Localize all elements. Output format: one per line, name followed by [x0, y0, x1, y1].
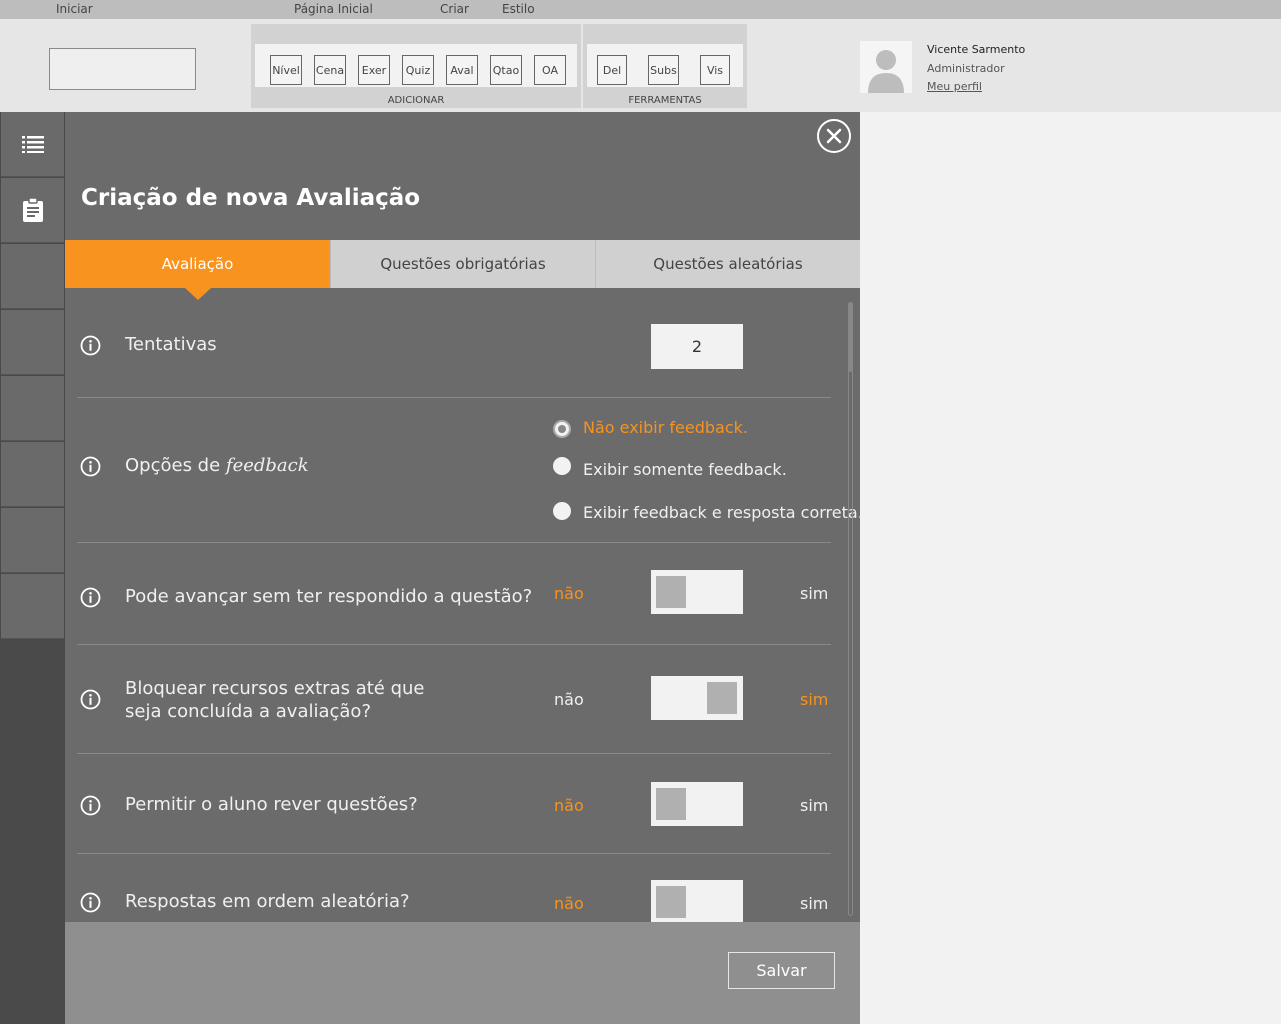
radio-feedback-only[interactable] [553, 457, 571, 475]
toggle-knob [656, 576, 686, 608]
active-tab-indicator [185, 288, 211, 300]
radio-feedback-only-label[interactable]: Exibir somente feedback. [583, 460, 787, 479]
info-icon[interactable] [80, 335, 101, 356]
toggle-no-label: não [554, 796, 584, 815]
radio-feedback-and-answer-label[interactable]: Exibir feedback e resposta correta. [583, 503, 863, 522]
left-sidebar [0, 112, 65, 1024]
review-questions-toggle[interactable] [651, 782, 743, 826]
add-aval-button[interactable]: Aval [446, 55, 478, 85]
top-menu-bar: Iniciar Página Inicial Criar Estilo [0, 0, 1281, 19]
feedback-label: Opções de feedback [125, 455, 309, 476]
radio-no-feedback-label[interactable]: Não exibir feedback. [583, 418, 748, 437]
toggle-no-label: não [554, 584, 584, 603]
add-exer-button[interactable]: Exer [358, 55, 390, 85]
save-button[interactable]: Salvar [728, 952, 835, 989]
sidebar-item-empty[interactable] [1, 244, 64, 309]
add-oa-button[interactable]: OA [534, 55, 566, 85]
clipboard-icon [22, 198, 43, 222]
tab-avaliacao[interactable]: Avaliação [65, 240, 330, 288]
toggle-yes-label: sim [800, 584, 829, 603]
divider [77, 542, 831, 543]
view-button[interactable]: Vis [700, 55, 730, 85]
toggle-knob [656, 788, 686, 820]
tools-group-label: FERRAMENTAS [628, 95, 702, 106]
review-questions-label: Permitir o aluno rever questões? [125, 794, 418, 815]
modal-title: Criação de nova Avaliação [81, 185, 421, 211]
block-extra-resources-label: Bloquear recursos extras até que seja co… [125, 678, 425, 722]
info-icon[interactable] [80, 892, 101, 913]
sidebar-item-assessment[interactable] [1, 178, 64, 243]
add-quiz-button[interactable]: Quiz [402, 55, 434, 85]
divider [77, 644, 831, 645]
add-group: Nível Cena Exer Quiz Aval Qtao OA ADICIO… [251, 24, 581, 108]
tab-questoes-aleatorias[interactable]: Questões aleatórias [595, 240, 860, 288]
ribbon-placeholder-box [49, 48, 196, 90]
block-extra-resources-toggle[interactable] [651, 676, 743, 720]
toggle-no-label: não [554, 690, 584, 709]
add-group-label: ADICIONAR [387, 95, 445, 106]
radio-no-feedback[interactable] [553, 420, 571, 438]
add-cena-button[interactable]: Cena [314, 55, 346, 85]
random-answer-order-label: Respostas em ordem aleatória? [125, 891, 410, 912]
add-nivel-button[interactable]: Nível [270, 55, 302, 85]
substitute-button[interactable]: Subs [648, 55, 679, 85]
user-role: Administrador [927, 62, 1005, 75]
list-icon [21, 136, 44, 153]
info-icon[interactable] [80, 456, 101, 477]
divider [77, 397, 831, 398]
sidebar-item-empty[interactable] [1, 508, 64, 573]
info-icon[interactable] [80, 587, 101, 608]
attempts-label: Tentativas [125, 334, 217, 355]
delete-button[interactable]: Del [597, 55, 627, 85]
menu-item-estilo[interactable]: Estilo [502, 2, 535, 16]
toggle-no-label: não [554, 894, 584, 913]
attempts-input[interactable] [651, 324, 743, 369]
scrollbar-track[interactable] [848, 302, 853, 916]
sidebar-item-empty[interactable] [1, 442, 64, 507]
menu-item-iniciar[interactable]: Iniciar [56, 2, 93, 16]
info-icon[interactable] [80, 795, 101, 816]
avatar [860, 41, 912, 93]
sidebar-item-empty[interactable] [1, 574, 64, 639]
toggle-knob [656, 886, 686, 918]
divider [77, 853, 831, 854]
scrollbar-thumb[interactable] [849, 302, 852, 372]
divider [77, 753, 831, 754]
radio-feedback-and-answer[interactable] [553, 502, 571, 520]
toggle-yes-label: sim [800, 796, 829, 815]
tab-questoes-obrigatorias[interactable]: Questões obrigatórias [330, 240, 595, 288]
sidebar-item-empty[interactable] [1, 310, 64, 375]
sidebar-item-list[interactable] [1, 112, 64, 177]
advance-without-answer-label: Pode avançar sem ter respondido a questã… [125, 586, 533, 607]
advance-without-answer-toggle[interactable] [651, 570, 743, 614]
menu-item-criar[interactable]: Criar [440, 2, 469, 16]
close-icon [826, 128, 842, 144]
tools-group: Del Subs Vis FERRAMENTAS [583, 24, 747, 108]
toggle-yes-label: sim [800, 690, 829, 709]
random-answer-order-toggle[interactable] [651, 880, 743, 924]
menu-item-pagina-inicial[interactable]: Página Inicial [294, 2, 373, 16]
user-name: Vicente Sarmento [927, 43, 1026, 56]
sidebar-item-empty[interactable] [1, 376, 64, 441]
info-icon[interactable] [80, 689, 101, 710]
add-qtao-button[interactable]: Qtao [490, 55, 522, 85]
toggle-yes-label: sim [800, 894, 829, 913]
profile-link[interactable]: Meu perfil [927, 80, 982, 93]
toggle-knob [707, 682, 737, 714]
close-button[interactable] [817, 119, 851, 153]
